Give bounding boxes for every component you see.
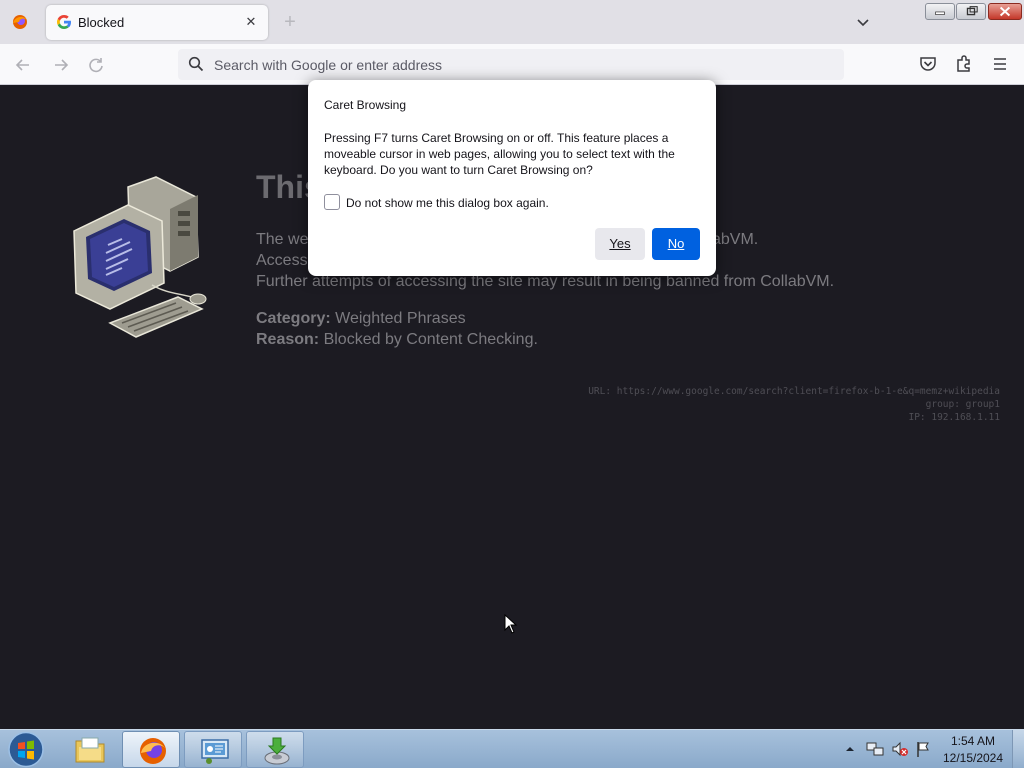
navigation-bar xyxy=(0,44,1024,85)
yes-button-label: Yes xyxy=(609,236,631,251)
screen: Blocked ✕ + Search with Google or enter … xyxy=(0,0,1024,768)
volume-muted-icon[interactable] xyxy=(891,740,909,758)
reason-line: Reason: Blocked by Content Checking. xyxy=(256,331,538,349)
back-arrow-icon[interactable] xyxy=(12,54,34,76)
pocket-icon[interactable] xyxy=(918,54,938,74)
folder-icon xyxy=(75,737,105,763)
tab-blocked[interactable]: Blocked ✕ xyxy=(46,5,268,40)
category-value: Weighted Phrases xyxy=(335,310,466,327)
taskbar-setup[interactable] xyxy=(246,731,304,768)
caret-browsing-dialog: Caret Browsing Pressing F7 turns Caret B… xyxy=(308,80,716,276)
tab-title: Blocked xyxy=(78,15,125,30)
window-restore-button[interactable] xyxy=(956,3,986,20)
dont-show-again-label[interactable]: Do not show me this dialog box again. xyxy=(346,196,549,210)
reason-label: Reason: xyxy=(256,331,320,348)
show-desktop-button[interactable] xyxy=(1012,730,1024,768)
dont-show-again-checkbox[interactable] xyxy=(324,194,340,210)
tab-bar: Blocked ✕ + xyxy=(0,0,1024,44)
window-minimize-button[interactable] xyxy=(925,3,955,20)
block-message-line-1: The we xyxy=(256,231,309,248)
category-line: Category: Weighted Phrases xyxy=(256,310,466,328)
address-bar[interactable] xyxy=(178,49,844,80)
taskbar-firefox[interactable] xyxy=(122,731,180,768)
no-button-label: No xyxy=(667,236,685,251)
google-favicon-icon xyxy=(57,15,71,29)
tab-close-icon[interactable]: ✕ xyxy=(242,13,260,31)
network-icon[interactable] xyxy=(866,740,884,758)
search-icon xyxy=(188,56,204,72)
firefox-icon xyxy=(140,738,166,764)
blocked-url-text: URL: https://www.google.com/search?clien… xyxy=(588,386,1000,397)
address-input[interactable] xyxy=(214,55,814,75)
block-message-line-2: Accessi xyxy=(256,252,312,269)
mouse-cursor-icon xyxy=(504,614,518,634)
minimize-icon xyxy=(935,11,945,15)
window-close-button[interactable] xyxy=(988,3,1022,20)
ip-text: IP: 192.168.1.11 xyxy=(908,412,1000,423)
taskbar-control-panel[interactable] xyxy=(184,731,242,768)
computer-illustration-icon xyxy=(73,176,207,338)
dialog-message: Pressing F7 turns Caret Browsing on or o… xyxy=(324,131,675,177)
clock-time[interactable]: 1:54 AM xyxy=(938,734,1008,748)
control-panel-icon xyxy=(201,739,229,764)
setup-installer-icon xyxy=(264,737,290,765)
action-center-flag-icon[interactable] xyxy=(914,740,932,758)
no-button[interactable]: No xyxy=(652,228,700,260)
reason-value: Blocked by Content Checking. xyxy=(323,331,538,348)
category-label: Category: xyxy=(256,310,331,327)
taskbar-windows-explorer[interactable] xyxy=(60,731,118,768)
yes-button[interactable]: Yes xyxy=(595,228,645,260)
group-text: group: group1 xyxy=(925,399,1000,410)
forward-arrow-icon[interactable] xyxy=(50,54,72,76)
clock-date[interactable]: 12/15/2024 xyxy=(938,751,1008,765)
block-message-line-1-tail: abVM. xyxy=(712,231,759,248)
windows-start-icon[interactable] xyxy=(6,731,46,768)
tray-expand-icon[interactable] xyxy=(843,742,857,756)
chevron-down-icon[interactable] xyxy=(853,12,873,32)
dialog-title: Caret Browsing xyxy=(324,98,407,112)
extensions-puzzle-icon[interactable] xyxy=(954,54,974,74)
taskbar: 1:54 AM 12/15/2024 xyxy=(0,729,1024,768)
new-tab-button[interactable]: + xyxy=(280,12,300,32)
close-icon xyxy=(999,6,1011,17)
reload-icon[interactable] xyxy=(85,54,107,76)
firefox-icon[interactable] xyxy=(10,12,30,32)
hamburger-menu-icon[interactable] xyxy=(990,54,1010,74)
restore-icon xyxy=(966,6,978,16)
